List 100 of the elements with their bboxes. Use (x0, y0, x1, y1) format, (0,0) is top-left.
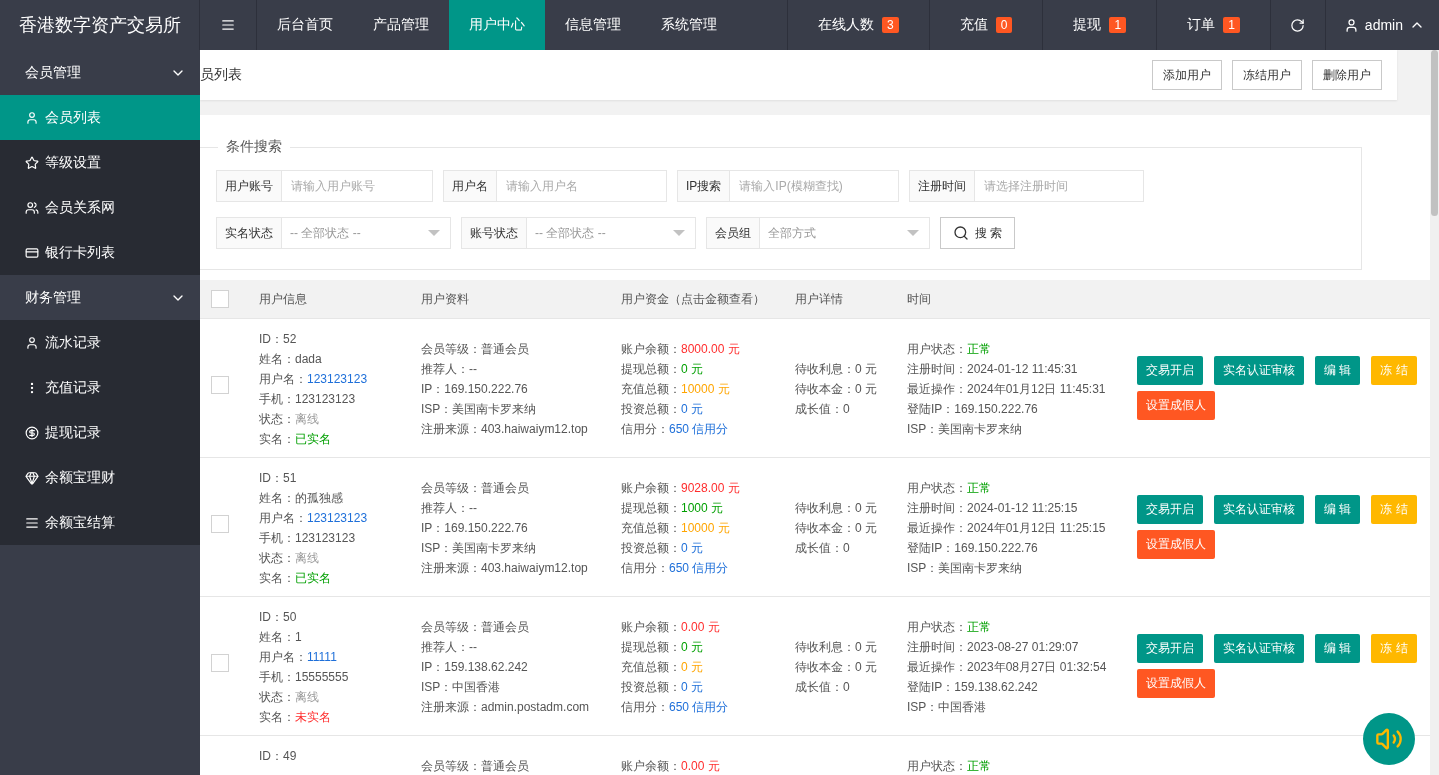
action-button[interactable]: 实名认证审核 (1214, 634, 1304, 663)
menu-group[interactable]: 会员管理 (0, 50, 200, 95)
row-checkbox[interactable] (211, 376, 229, 394)
funds-line: 信用分：650 信用分 (621, 699, 730, 716)
stat-label: 订单 (1187, 16, 1216, 34)
funds-line: 账户余额：8000.00 元 (621, 341, 741, 358)
nav-tab[interactable]: 后台首页 (257, 0, 353, 50)
count-badge: 1 (1109, 17, 1127, 33)
count-badge: 1 (1223, 17, 1240, 33)
sidebar-item[interactable]: 充值记录 (0, 365, 200, 410)
time-line: 注册时间：2024-01-12 11:45:31 (907, 361, 1079, 378)
info-line: 姓名：的孤独感 (259, 490, 344, 507)
search-field[interactable]: 用户账号 请输入用户账号 (216, 170, 433, 202)
sidebar-item[interactable]: 会员关系网 (0, 185, 200, 230)
toolbar-button[interactable]: 删除用户 (1312, 60, 1382, 90)
info-line: 手机：123123123 (259, 530, 357, 547)
sidebar-item[interactable]: 会员列表 (0, 95, 200, 140)
column-header: 用户信息 (259, 290, 308, 308)
user-icon (25, 110, 39, 125)
row-checkbox[interactable] (211, 654, 229, 672)
card-icon (25, 245, 39, 260)
details-line: 待收本金：0 元 (795, 659, 878, 676)
column-header: 用户详情 (795, 290, 844, 308)
sidebar-item[interactable]: 余额宝结算 (0, 500, 200, 545)
user-name: admin (1364, 17, 1403, 33)
funds-line: 投资总额：0 元 (621, 540, 704, 557)
toolbar-button[interactable]: 冻结用户 (1232, 60, 1302, 90)
search-icon (953, 225, 969, 241)
action-button[interactable]: 实名认证审核 (1214, 495, 1304, 524)
column-header: 用户资金（点击金额查看） (621, 290, 766, 308)
stat-label: 在线人数 (818, 16, 875, 34)
sidebar-item[interactable]: 提现记录 (0, 410, 200, 455)
info-line: ID：50 (259, 609, 298, 626)
action-button[interactable]: 交易开启 (1137, 495, 1203, 524)
group-label: 财务管理 (25, 288, 81, 307)
breadcrumb: 员列表 (200, 66, 242, 84)
profile-line: 会员等级：普通会员 (421, 341, 530, 358)
funds-line: 充值总额：0 元 (621, 659, 704, 676)
profile-line: 会员等级：普通会员 (421, 480, 530, 497)
funds-line: 信用分：650 信用分 (621, 421, 730, 438)
sidebar-item[interactable]: 等级设置 (0, 140, 200, 185)
funds-line: 投资总额：0 元 (621, 401, 704, 418)
profile-line: ISP：中国香港 (421, 679, 502, 696)
info-line: 用户名：123123123 (259, 371, 369, 388)
profile-line: 注册来源：403.haiwaiym12.top (421, 421, 589, 438)
nav-tab[interactable]: 信息管理 (545, 0, 641, 50)
time-line: 用户状态：正常 (907, 619, 992, 636)
profile-line: 推荐人：-- (421, 500, 478, 517)
time-line: ISP：中国香港 (907, 699, 988, 716)
user-icon (1343, 17, 1359, 33)
field-label: 用户账号 (217, 171, 282, 201)
funds-line: 提现总额：0 元 (621, 639, 704, 656)
menu-group[interactable]: 财务管理 (0, 275, 200, 320)
action-button[interactable]: 交易开启 (1137, 356, 1203, 385)
search-field[interactable]: IP搜索 请输入IP(模糊查找) (677, 170, 899, 202)
field-label: 用户名 (444, 171, 497, 201)
action-button[interactable]: 交易开启 (1137, 634, 1203, 663)
count-badge: 0 (995, 17, 1013, 33)
search-button[interactable]: 搜 索 (940, 217, 1016, 249)
user-icon (25, 335, 39, 350)
details-line: 待收利息：0 元 (795, 639, 878, 656)
details-line: 待收利息：0 元 (795, 500, 878, 517)
info-line: 用户名：123123123 (259, 510, 369, 527)
sidebar-item[interactable]: 流水记录 (0, 320, 200, 365)
funds-line: 信用分：650 信用分 (621, 560, 730, 577)
lines-icon (25, 515, 39, 530)
info-line: 手机：15555555 (259, 669, 350, 686)
funds-line: 账户余额：0.00 元 (621, 758, 721, 775)
info-line: ID：51 (259, 470, 298, 487)
nav-tab[interactable]: 用户中心 (449, 0, 545, 50)
sidebar-item[interactable]: 银行卡列表 (0, 230, 200, 275)
action-button[interactable]: 实名认证审核 (1214, 356, 1304, 385)
count-badge: 3 (882, 17, 899, 33)
nav-tab[interactable]: 系统管理 (641, 0, 737, 50)
search-field[interactable]: 用户名 请输入用户名 (443, 170, 667, 202)
info-line: 实名：已实名 (259, 570, 332, 587)
search-field[interactable]: 注册时间 请选择注册时间 (909, 170, 1144, 202)
time-line: 登陆IP：169.150.222.76 (907, 401, 1039, 418)
profile-line: IP：169.150.222.76 (421, 381, 529, 398)
toolbar-button[interactable]: 添加用户 (1152, 60, 1222, 90)
coin-icon (25, 425, 39, 440)
row-checkbox[interactable] (211, 515, 229, 533)
action-button[interactable]: 编 辑 (1315, 495, 1361, 524)
action-button[interactable]: 编 辑 (1315, 634, 1361, 663)
action-button[interactable]: 编 辑 (1315, 356, 1361, 385)
info-line: 姓名：dada (259, 351, 323, 368)
field-label: 注册时间 (910, 171, 975, 201)
funds-line: 充值总额：10000 元 (621, 381, 731, 398)
details-line: 待收本金：0 元 (795, 381, 878, 398)
select-all-checkbox[interactable] (211, 290, 229, 308)
column-header: 用户资料 (421, 290, 470, 308)
info-line: 状态：离线 (259, 689, 320, 706)
time-line: 最近操作：2024年01月12日 11:25:15 (907, 520, 1107, 537)
nav-tab[interactable]: 产品管理 (353, 0, 449, 50)
sidebar-item[interactable]: 余额宝理财 (0, 455, 200, 500)
profile-line: IP：169.150.222.76 (421, 520, 529, 537)
time-line: ISP：美国南卡罗来纳 (907, 560, 1024, 577)
funds-line: 提现总额：0 元 (621, 361, 704, 378)
profile-line: 注册来源：admin.postadm.com (421, 699, 591, 716)
time-line: 用户状态：正常 (907, 758, 992, 775)
